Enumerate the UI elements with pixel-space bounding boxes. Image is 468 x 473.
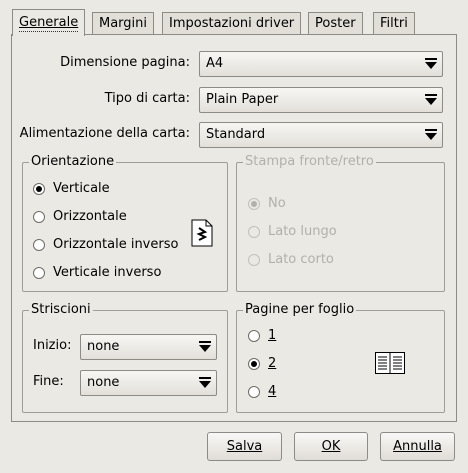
dropdown-arrow-icon — [425, 129, 437, 141]
radio-indicator — [248, 330, 260, 342]
paper-source-value: Standard — [206, 127, 266, 142]
page-size-select[interactable]: A4 — [199, 51, 443, 77]
duplex-title: Stampa fronte/retro — [243, 154, 376, 169]
pages-per-sheet-title: Pagine per foglio — [243, 302, 357, 317]
banner-end-label: Fine: — [33, 374, 64, 389]
radio-indicator — [248, 386, 260, 398]
banner-end-select[interactable]: none — [80, 370, 217, 396]
page-size-label: Dimensione pagina: — [60, 55, 190, 70]
radio-label: Verticale — [53, 181, 110, 196]
radio-indicator — [248, 198, 260, 210]
radio-label: Orizzontale inverso — [53, 237, 179, 252]
paper-type-select[interactable]: Plain Paper — [199, 87, 443, 113]
radio-indicator — [33, 267, 45, 279]
radio-indicator — [33, 211, 45, 223]
cancel-button[interactable]: Annulla — [380, 432, 455, 461]
save-label: Salva — [226, 439, 263, 454]
radio-label: Orizzontale — [53, 209, 127, 224]
radio-indicator — [248, 358, 260, 370]
banner-start-select[interactable]: none — [80, 334, 217, 360]
banners-group: Striscioni — [22, 302, 228, 413]
ok-label: OK — [321, 439, 341, 454]
dropdown-arrow-icon — [199, 341, 211, 353]
cancel-label: Annulla — [393, 439, 442, 454]
page-portrait-icon — [191, 219, 213, 247]
radio-indicator — [33, 183, 45, 195]
dropdown-arrow-icon — [425, 94, 437, 106]
radio-indicator — [33, 239, 45, 251]
banner-end-value: none — [87, 375, 120, 390]
radio-label: 2 — [268, 356, 277, 371]
paper-type-value: Plain Paper — [206, 92, 279, 107]
paper-type-label: Tipo di carta: — [104, 91, 190, 106]
banner-start-value: none — [87, 339, 120, 354]
paper-source-label: Alimentazione della carta: — [19, 126, 190, 141]
radio-label: 4 — [268, 384, 277, 399]
radio-label: Lato corto — [268, 252, 334, 267]
save-button[interactable]: Salva — [207, 432, 282, 461]
page-size-value: A4 — [206, 56, 224, 71]
paper-source-select[interactable]: Standard — [199, 122, 443, 148]
radio-label: Lato lungo — [268, 224, 337, 239]
dropdown-arrow-icon — [199, 377, 211, 389]
radio-indicator — [248, 226, 260, 238]
radio-label: 1 — [268, 328, 277, 343]
dropdown-arrow-icon — [425, 58, 437, 70]
radio-label: Verticale inverso — [53, 265, 162, 280]
two-up-layout-icon — [375, 352, 405, 374]
banner-start-label: Inizio: — [33, 338, 72, 353]
radio-label: No — [268, 196, 286, 211]
orientation-title: Orientazione — [29, 154, 117, 169]
radio-indicator — [248, 254, 260, 266]
ok-button[interactable]: OK — [294, 432, 368, 461]
banners-title: Striscioni — [29, 302, 93, 317]
